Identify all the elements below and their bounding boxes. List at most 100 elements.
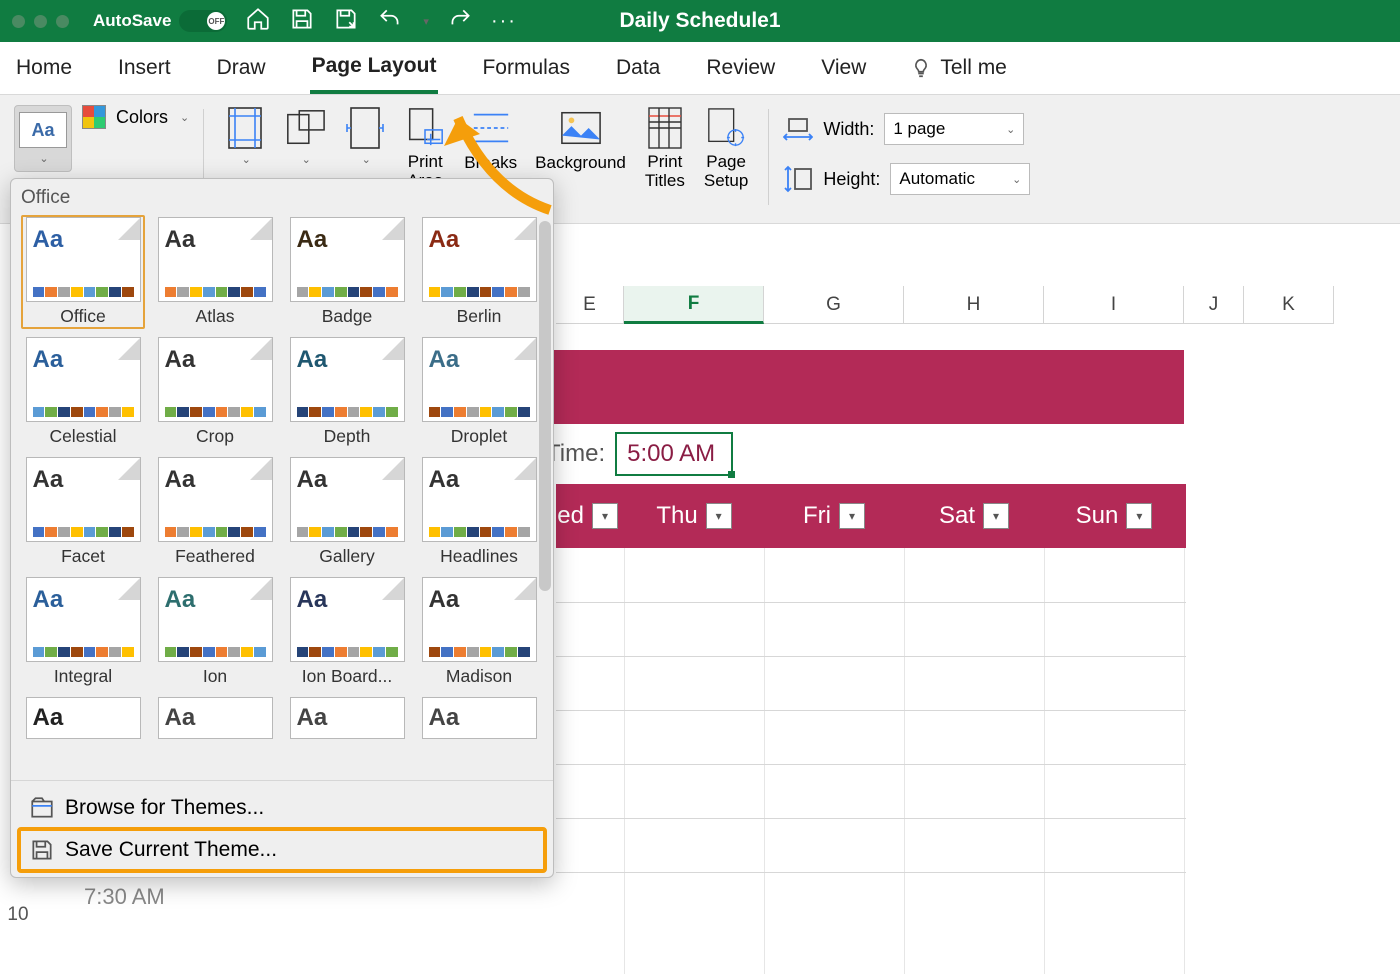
- theme-celestial[interactable]: AaCelestial: [21, 335, 145, 449]
- theme-madison[interactable]: AaMadison: [417, 575, 541, 689]
- quick-access-toolbar: ▾ ···: [245, 6, 517, 37]
- home-icon[interactable]: [245, 6, 271, 37]
- filter-dropdown-icon[interactable]: ▾: [592, 503, 618, 529]
- autosave-toggle[interactable]: OFF: [179, 10, 227, 32]
- days-header-row: ed▾ Thu▾ Fri▾ Sat▾ Sun▾: [556, 484, 1186, 548]
- filter-dropdown-icon[interactable]: ▾: [706, 503, 732, 529]
- print-titles-button[interactable]: Print Titles: [638, 105, 692, 192]
- tell-me[interactable]: Tell me: [910, 56, 1007, 80]
- theme-label: Headlines: [440, 546, 518, 567]
- col-I[interactable]: I: [1044, 286, 1184, 324]
- size-button[interactable]: ⌄: [338, 105, 392, 168]
- theme-partial[interactable]: Aa: [21, 695, 145, 741]
- tab-page-layout[interactable]: Page Layout: [310, 42, 439, 94]
- page-setup-label: Page Setup: [704, 153, 748, 190]
- save-current-theme-label: Save Current Theme...: [65, 838, 277, 862]
- col-J[interactable]: J: [1184, 286, 1244, 324]
- print-area-icon: [404, 107, 446, 149]
- theme-feathered[interactable]: AaFeathered: [153, 455, 277, 569]
- background-button[interactable]: Background: [529, 105, 632, 175]
- themes-button[interactable]: Aa ⌄: [14, 105, 72, 172]
- filter-dropdown-icon[interactable]: ▾: [839, 503, 865, 529]
- window-controls: [12, 15, 69, 28]
- save-as-icon[interactable]: [333, 6, 359, 37]
- breaks-button[interactable]: Breaks: [458, 105, 523, 175]
- theme-ion[interactable]: AaIon: [153, 575, 277, 689]
- day-fri[interactable]: Fri▾: [764, 484, 904, 548]
- save-icon[interactable]: [289, 6, 315, 37]
- colors-button[interactable]: Colors ⌄: [82, 105, 189, 129]
- theme-office[interactable]: AaOffice: [21, 215, 145, 329]
- save-current-theme-item[interactable]: Save Current Theme...: [19, 829, 545, 871]
- close-window[interactable]: [12, 15, 25, 28]
- day-sun[interactable]: Sun▾: [1044, 484, 1184, 548]
- tab-home[interactable]: Home: [14, 42, 74, 94]
- tab-insert[interactable]: Insert: [116, 42, 173, 94]
- tab-data[interactable]: Data: [614, 42, 662, 94]
- theme-label: Berlin: [457, 306, 502, 327]
- undo-icon[interactable]: [377, 6, 403, 37]
- autosave-state: OFF: [207, 12, 225, 30]
- theme-label: Ion: [203, 666, 227, 687]
- day-wed[interactable]: ed▾: [556, 484, 624, 548]
- document-title: Daily Schedule1: [619, 9, 780, 33]
- zoom-window[interactable]: [56, 15, 69, 28]
- filter-dropdown-icon[interactable]: ▾: [1126, 503, 1152, 529]
- tab-view[interactable]: View: [819, 42, 868, 94]
- filter-dropdown-icon[interactable]: ▾: [983, 503, 1009, 529]
- width-select[interactable]: 1 page⌄: [884, 113, 1024, 145]
- start-time-row: Time: 5:00 AM: [546, 432, 733, 476]
- themes-scrollbar[interactable]: [539, 221, 551, 591]
- theme-partial[interactable]: Aa: [153, 695, 277, 741]
- autosave-group: AutoSave OFF: [93, 10, 227, 32]
- more-icon[interactable]: ···: [491, 10, 517, 33]
- tab-draw[interactable]: Draw: [215, 42, 268, 94]
- tab-formulas[interactable]: Formulas: [480, 42, 572, 94]
- width-value: 1 page: [893, 119, 945, 139]
- browse-themes-item[interactable]: Browse for Themes...: [19, 787, 545, 829]
- theme-ion-board-[interactable]: AaIon Board...: [285, 575, 409, 689]
- theme-gallery[interactable]: AaGallery: [285, 455, 409, 569]
- theme-droplet[interactable]: AaDroplet: [417, 335, 541, 449]
- theme-integral[interactable]: AaIntegral: [21, 575, 145, 689]
- row-number-10[interactable]: 10: [0, 904, 36, 926]
- themes-icon: Aa: [19, 112, 67, 148]
- time-row-label: 7:30 AM: [84, 884, 165, 910]
- theme-badge[interactable]: AaBadge: [285, 215, 409, 329]
- col-F[interactable]: F: [624, 286, 764, 324]
- col-G[interactable]: G: [764, 286, 904, 324]
- theme-berlin[interactable]: AaBerlin: [417, 215, 541, 329]
- title-bar: AutoSave OFF ▾ ··· Daily Schedule1: [0, 0, 1400, 42]
- undo-dropdown[interactable]: ▾: [423, 15, 429, 28]
- minimize-window[interactable]: [34, 15, 47, 28]
- day-thu[interactable]: Thu▾: [624, 484, 764, 548]
- bulb-icon: [910, 57, 932, 79]
- theme-atlas[interactable]: AaAtlas: [153, 215, 277, 329]
- col-K[interactable]: K: [1244, 286, 1334, 324]
- day-sat[interactable]: Sat▾: [904, 484, 1044, 548]
- autosave-label: AutoSave: [93, 11, 171, 31]
- theme-label: Office: [60, 306, 105, 327]
- margins-icon: [224, 107, 266, 149]
- theme-partial[interactable]: Aa: [285, 695, 409, 741]
- theme-depth[interactable]: AaDepth: [285, 335, 409, 449]
- theme-label: Gallery: [319, 546, 374, 567]
- theme-partial[interactable]: Aa: [417, 695, 541, 741]
- height-select[interactable]: Automatic⌄: [890, 163, 1030, 195]
- browse-icon: [29, 795, 55, 821]
- page-setup-button[interactable]: Page Setup: [698, 105, 754, 192]
- ribbon-tabs: Home Insert Draw Page Layout Formulas Da…: [0, 42, 1400, 94]
- theme-label: Facet: [61, 546, 105, 567]
- col-E[interactable]: E: [556, 286, 624, 324]
- theme-label: Ion Board...: [302, 666, 392, 687]
- theme-facet[interactable]: AaFacet: [21, 455, 145, 569]
- orientation-button[interactable]: ⌄: [278, 105, 332, 168]
- margins-button[interactable]: ⌄: [218, 105, 272, 168]
- theme-headlines[interactable]: AaHeadlines: [417, 455, 541, 569]
- start-time-cell[interactable]: 5:00 AM: [615, 432, 733, 476]
- tab-review[interactable]: Review: [704, 42, 777, 94]
- breaks-icon: [470, 107, 512, 149]
- redo-icon[interactable]: [447, 6, 473, 37]
- col-H[interactable]: H: [904, 286, 1044, 324]
- theme-crop[interactable]: AaCrop: [153, 335, 277, 449]
